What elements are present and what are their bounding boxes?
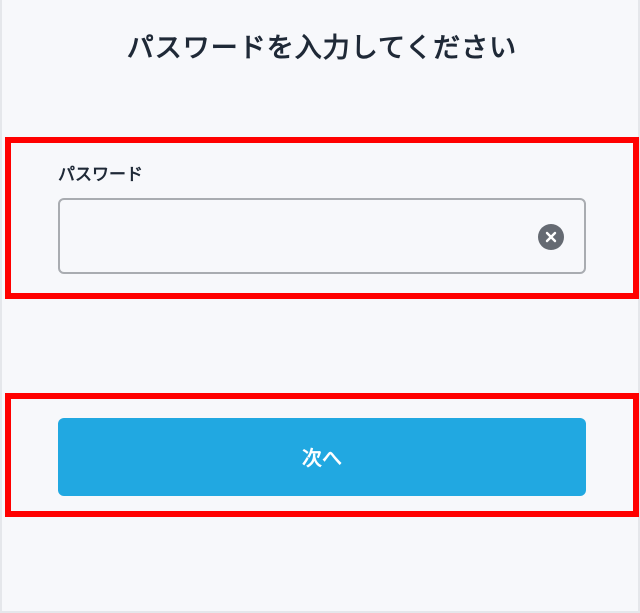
password-highlight-box [5, 137, 639, 299]
next-highlight-box [5, 393, 639, 517]
page-title: パスワードを入力してください [126, 33, 518, 64]
password-page: パスワードを入力してください パスワード 次へ [0, 0, 640, 613]
